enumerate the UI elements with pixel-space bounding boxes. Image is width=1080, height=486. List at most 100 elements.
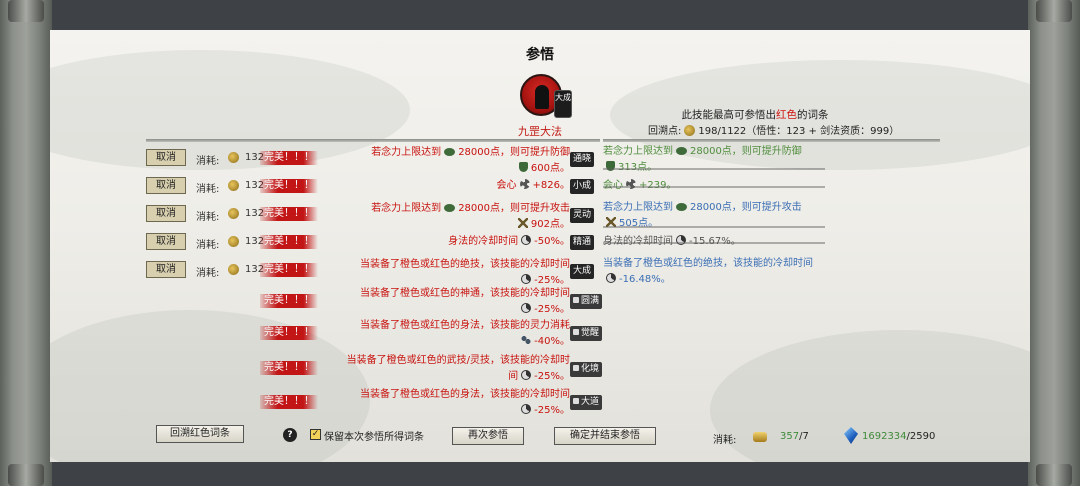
effect-text: 当装备了橙色或红色的身法，该技能的冷却时间 (360, 389, 570, 400)
info-red-word: 红色 (776, 109, 797, 121)
gem-have: 1692334 (862, 431, 907, 442)
affix-effect: 当装备了橙色或红色的神通，该技能的冷却时间 -25%。 (330, 286, 570, 318)
prev-number: 28000点，则可提升防御 (690, 146, 802, 157)
perfect-badge: 完美！！！ (260, 207, 318, 221)
prev-text: 当装备了橙色或红色的绝技，该技能的冷却时间 (603, 258, 813, 269)
crystal-cost: 1692334/2590 (862, 431, 935, 442)
effect-text: 身法的冷却时间 (448, 236, 519, 247)
effect-text: 间 (508, 371, 519, 382)
gold-cost: 357/7 (780, 431, 809, 442)
cost-label: 消耗: (196, 184, 220, 195)
cancel-button[interactable]: 取消 (146, 233, 186, 250)
tier-badge-locked: 觉醒 (570, 326, 603, 341)
effect-value: -40%。 (534, 336, 570, 347)
cooldown-clock-icon (521, 274, 532, 284)
affix-effect: 若念力上限达到 28000点，则可提升防御 600点。 (330, 145, 570, 177)
cancel-button[interactable]: 取消 (146, 149, 186, 166)
mind-eye-icon (676, 147, 687, 155)
cooldown-clock-icon (521, 370, 532, 380)
effect-text: 当装备了橙色或红色的绝技，该技能的冷却时间 (360, 259, 570, 270)
cost-label: 消耗: (196, 156, 220, 167)
footer-cost-label: 消耗: (713, 435, 737, 446)
keep-affix-checkbox[interactable]: ✓ (310, 429, 321, 440)
confirm-and-finish-button[interactable]: 确定并结束参悟 (554, 427, 656, 445)
affix-effect: 当装备了橙色或红色的武技/灵技，该技能的冷却时 间 -25%。 (330, 353, 570, 385)
prev-text: 若念力上限达到 (603, 146, 673, 157)
dragon-coin-icon (228, 208, 239, 219)
recall-value: 198/1122（悟性：123 + 剑法资质：999） (698, 126, 900, 137)
tier-badge: 小成 (570, 179, 595, 194)
enlighten-again-button[interactable]: 再次参悟 (452, 427, 524, 445)
keep-affix-label[interactable]: 保留本次参悟所得词条 (324, 428, 424, 443)
rod-cap (8, 464, 44, 486)
perfect-badge: 完美！！！ (260, 326, 318, 340)
lock-icon (573, 297, 579, 303)
cancel-button[interactable]: 取消 (146, 205, 186, 222)
cancel-button[interactable]: 取消 (146, 261, 186, 278)
tier-badge: 通晓 (570, 152, 595, 167)
affix-row: 完美！！！ 当装备了橙色或红色的身法，该技能的冷却时间 -25%。 大道 (50, 389, 1030, 417)
mind-eye-icon (676, 203, 687, 211)
recall-points: 回溯点: 198/1122（悟性：123 + 剑法资质：999） (648, 122, 899, 137)
affix-effect: 当装备了橙色或红色的身法，该技能的冷却时间 -25%。 (330, 387, 570, 419)
affix-row: 取消 消耗: 132 完美！！！ 会心 +826。 小成 会心 +239。 (50, 176, 1030, 202)
info-text: 的词条 (797, 109, 829, 121)
perfect-badge: 完美！！！ (260, 361, 318, 375)
skill-name: 九罡大法 (518, 125, 562, 138)
effect-text: 当装备了橙色或红色的神通，该技能的冷却时间 (360, 288, 570, 299)
affix-row: 取消 消耗: 132 完美！！！ 当装备了橙色或红色的绝技，该技能的冷却时间 -… (50, 257, 1030, 289)
effect-number: 28000点，则可提升防御 (458, 147, 570, 158)
effect-number: +826。 (532, 180, 570, 191)
help-icon[interactable]: ? (283, 428, 297, 442)
previous-affix: 若念力上限达到 28000点，则可提升防御 313点。 (603, 144, 802, 176)
affix-effect: 当装备了橙色或红色的绝技，该技能的冷却时间 -25%。 (330, 257, 570, 289)
figure (535, 85, 549, 109)
perfect-badge: 完美！！！ (260, 395, 318, 409)
effect-value: -25%。 (534, 405, 570, 416)
divider-right (603, 139, 940, 142)
effect-value: -25%。 (534, 275, 570, 286)
affix-effect: 当装备了橙色或红色的身法，该技能的灵力消耗 -40%。 (330, 318, 570, 350)
effect-value: -25%。 (534, 304, 570, 315)
affix-effect: 会心 +826。 (330, 178, 570, 194)
cooldown-clock-icon (521, 404, 532, 414)
perfect-badge: 完美！！！ (260, 179, 318, 193)
strike-line (603, 186, 825, 188)
cooldown-clock-icon (521, 303, 532, 313)
panel-title: 参悟 (526, 47, 554, 63)
effect-text: 若念力上限达到 (371, 147, 442, 158)
grade-badge: 大成 (554, 90, 572, 118)
tier-label: 圆满 (581, 296, 600, 306)
dragon-coin-icon (684, 125, 696, 136)
effect-text: 若念力上限达到 (371, 203, 442, 214)
gem-need: /2590 (906, 431, 936, 442)
shield-icon (518, 162, 528, 172)
lock-icon (573, 398, 579, 404)
mind-eye-icon (444, 148, 456, 156)
recall-red-affix-button[interactable]: 回溯红色词条 (156, 425, 244, 443)
strike-line (603, 168, 825, 170)
strike-line (603, 226, 825, 228)
dragon-coin-icon (228, 236, 239, 247)
gold-ingot-icon (753, 432, 767, 442)
effect-number: -50%。 (534, 236, 570, 247)
info-text: 此技能最高可参悟出 (681, 109, 777, 121)
perfect-badge: 完美！！！ (260, 263, 318, 277)
rod-cap (1036, 0, 1072, 22)
gold-have: 357 (780, 431, 800, 442)
strike-line (603, 242, 825, 244)
perfect-badge: 完美！！！ (260, 235, 318, 249)
max-red-info: 此技能最高可参悟出红色的词条 (670, 107, 840, 122)
affix-row: 取消 消耗: 132 完美！！！ 若念力上限达到 28000点，则可提升攻击 90… (50, 202, 1030, 230)
rod-cap (1036, 464, 1072, 486)
critical-icon (519, 179, 530, 189)
tier-badge-locked: 圆满 (570, 294, 603, 309)
cancel-button[interactable]: 取消 (146, 177, 186, 194)
lock-icon (573, 329, 579, 335)
tier-badge: 精通 (570, 235, 595, 250)
tier-label: 觉醒 (581, 328, 600, 338)
tier-badge-locked: 化境 (570, 362, 603, 377)
effect-value: 902点。 (530, 219, 570, 230)
tier-badge-locked: 大道 (570, 395, 603, 410)
spirit-icon (521, 335, 532, 345)
